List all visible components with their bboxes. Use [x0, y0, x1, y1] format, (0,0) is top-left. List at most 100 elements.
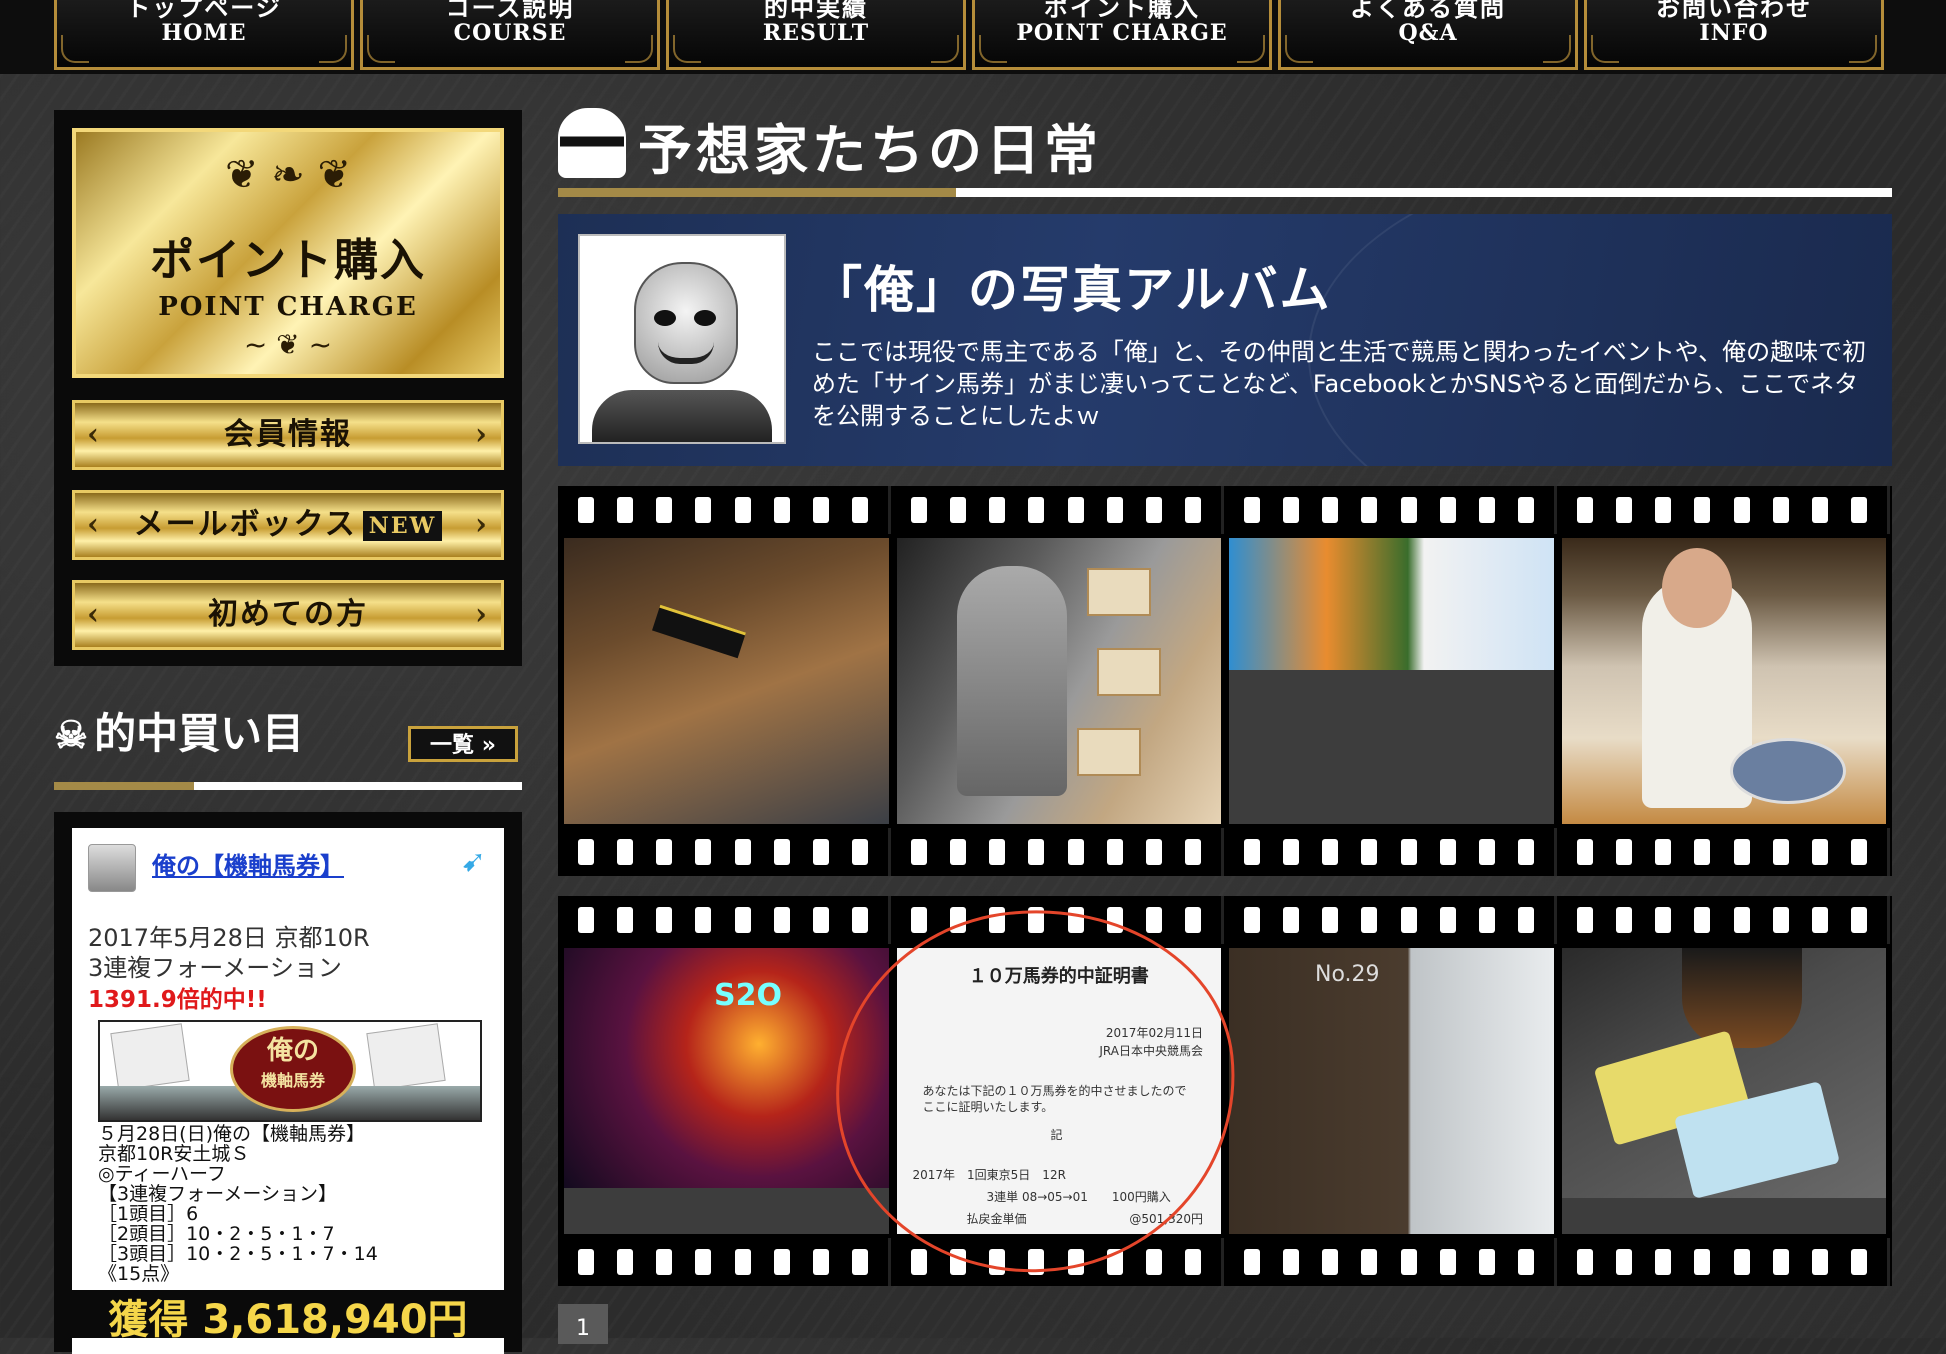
mask-icon: ☠	[54, 712, 89, 757]
photo-detail	[1076, 728, 1141, 776]
ornament-icon	[1237, 35, 1265, 63]
avatar	[88, 844, 136, 892]
sidebar-menu: ❦ ❧ ❦ ポイント購入 POINT CHARGE ~ ❦ ~ ‹ 会員情報 ›…	[54, 110, 522, 666]
bird-icon: ➹	[460, 844, 486, 879]
view-list-label: 一覧	[430, 733, 475, 758]
chevron-right-icon: ›	[475, 597, 489, 632]
photo-detail	[652, 604, 746, 659]
building-floor-number: No.29	[1315, 962, 1380, 987]
hit-odds: 1391.9倍的中!!	[88, 987, 267, 1013]
race-detail-line: 《15点》	[98, 1263, 180, 1285]
race-detail-line: 【3連複フォーメーション】	[98, 1183, 337, 1205]
race-detail-line: ［1頭目］6	[98, 1203, 199, 1225]
nav-point-charge[interactable]: ポイント購入 POINT CHARGE	[972, 0, 1272, 70]
ticket-image	[366, 1023, 446, 1091]
beginner-label: 初めての方	[208, 597, 368, 632]
race-detail-line: ［3頭目］10・2・5・1・7・14	[98, 1243, 378, 1265]
ornament-icon: ❦ ❧ ❦	[225, 152, 351, 198]
certificate-ki: 記	[1050, 1128, 1063, 1142]
nav-course[interactable]: コース説明 COURSE	[360, 0, 660, 70]
ornament-icon	[1285, 35, 1313, 63]
film-holes	[558, 1238, 1892, 1286]
view-list-button[interactable]: 一覧 »	[408, 726, 518, 762]
double-chevron-icon: »	[481, 733, 496, 758]
hit-author-link[interactable]: 俺の【機軸馬券】	[152, 846, 344, 881]
certificate-payout-label: 払戻金単価	[966, 1212, 1027, 1226]
nav-point-charge-en: POINT CHARGE	[1016, 20, 1228, 46]
certificate-payout: @501,320円	[1129, 1212, 1203, 1226]
film-strip: S2O １０万馬券的中証明書 2017年02月11日 JRA日本中央競馬会 あな…	[558, 896, 1892, 1286]
ornament-icon	[931, 35, 959, 63]
film-holes	[558, 828, 1892, 876]
nav-home-en: HOME	[161, 20, 247, 46]
photo-game-screenshot	[1229, 538, 1554, 670]
hit-badge: 俺の 機軸馬券	[230, 1026, 356, 1112]
certificate-body: あなたは下記の１０万馬券を的中させましたので	[922, 1084, 1187, 1098]
member-info-label: 会員情報	[224, 417, 352, 452]
album-description: ここでは現役で馬主である「俺」と、その仲間と生活で競馬と関わったイベントや、俺の…	[812, 338, 1867, 430]
photo-thumbnail[interactable]	[1229, 538, 1554, 824]
ornament-icon	[673, 35, 701, 63]
photo-thumbnail[interactable]	[1561, 948, 1886, 1234]
main-heading: 予想家たちの日常	[638, 118, 1102, 182]
member-info-button[interactable]: ‹ 会員情報 ›	[72, 400, 504, 470]
mailbox-label: メールボックス	[133, 507, 357, 542]
hit-badge-bottom: 機軸馬券	[260, 1071, 325, 1090]
nav-result[interactable]: 的中実績 RESULT	[666, 0, 966, 70]
beginner-button[interactable]: ‹ 初めての方 ›	[72, 580, 504, 650]
mask-icon	[558, 108, 626, 178]
photo-sushi-chef	[1561, 538, 1886, 824]
photo-plush-horse	[564, 538, 889, 824]
photo-certificate: １０万馬券的中証明書 2017年02月11日 JRA日本中央競馬会 あなたは下記…	[896, 948, 1221, 1234]
photo-thumbnail[interactable]: S2O	[564, 948, 889, 1234]
profile-portrait	[578, 234, 786, 444]
top-nav: トップページ HOME コース説明 COURSE 的中実績 RESULT ポイン…	[0, 0, 1946, 74]
photo-row: S2O １０万馬券的中証明書 2017年02月11日 JRA日本中央競馬会 あな…	[564, 948, 1886, 1234]
certificate-title: １０万馬券的中証明書	[968, 966, 1149, 987]
eye	[694, 310, 716, 326]
film-strip	[558, 486, 1892, 876]
photo-thumbnail[interactable]: １０万馬券的中証明書 2017年02月11日 JRA日本中央競馬会 あなたは下記…	[896, 948, 1221, 1234]
point-charge-button[interactable]: ❦ ❧ ❦ ポイント購入 POINT CHARGE ~ ❦ ~	[72, 128, 504, 378]
race-detail-line: 京都10R安土城Ｓ	[98, 1143, 250, 1165]
nav-result-en: RESULT	[762, 20, 870, 46]
nav-qa[interactable]: よくある質問 Q&A	[1278, 0, 1578, 70]
nav-info-en: INFO	[1699, 20, 1769, 46]
photo-thumbnail[interactable]	[896, 538, 1221, 824]
point-charge-en: POINT CHARGE	[158, 292, 418, 322]
hit-banner-image[interactable]: 俺の 機軸馬券	[98, 1020, 482, 1122]
nav-home[interactable]: トップページ HOME	[54, 0, 354, 70]
nav-course-en: COURSE	[453, 20, 567, 46]
divider-accent	[54, 782, 194, 790]
mask-face	[634, 262, 738, 384]
divider-accent	[558, 188, 956, 197]
chevron-right-icon: ›	[475, 417, 489, 452]
photo-building-sign: No.29	[1229, 948, 1554, 1234]
nav-info[interactable]: お問い合わせ INFO	[1584, 0, 1884, 70]
mailbox-button[interactable]: ‹ メールボックス NEW ›	[72, 490, 504, 560]
ornament-icon	[367, 35, 395, 63]
photo-detail	[1086, 568, 1151, 616]
pagination-page[interactable]: 1	[558, 1304, 608, 1344]
mouth	[658, 342, 714, 364]
hit-heading: ☠ 的中買い目	[54, 700, 304, 761]
photo-member-cards	[1561, 948, 1886, 1199]
photo-thumbnail[interactable]	[564, 538, 889, 824]
photo-detail	[956, 566, 1067, 796]
hit-bet-type: 3連複フォーメーション	[88, 954, 342, 982]
photo-detail	[1681, 948, 1802, 1048]
race-details: ５月28日(日)俺の【機軸馬券】 京都10R安土城Ｓ ◎ティーハーフ 【3連複フ…	[98, 1124, 378, 1284]
photo-concert-stage: S2O	[564, 948, 889, 1188]
main-section-header: 予想家たちの日常	[558, 104, 1892, 197]
ornament-icon: ~ ❦ ~	[243, 328, 333, 361]
certificate-bet: 3連単 08→05→01 100円購入	[986, 1190, 1171, 1204]
photo-detail	[1730, 738, 1846, 804]
chevron-right-icon: ›	[475, 507, 489, 542]
hit-badge-top: 俺の	[266, 1036, 319, 1066]
hit-card: 俺の【機軸馬券】 ➹ 2017年5月28日 京都10R 3連複フォーメーション …	[54, 812, 522, 1354]
photo-thumbnail[interactable]	[1561, 538, 1886, 824]
photo-thumbnail[interactable]: No.29	[1229, 948, 1554, 1234]
photo-empty-area	[1561, 1198, 1886, 1234]
ornament-icon	[979, 35, 1007, 63]
hit-heading-text: 的中買い目	[94, 709, 305, 758]
